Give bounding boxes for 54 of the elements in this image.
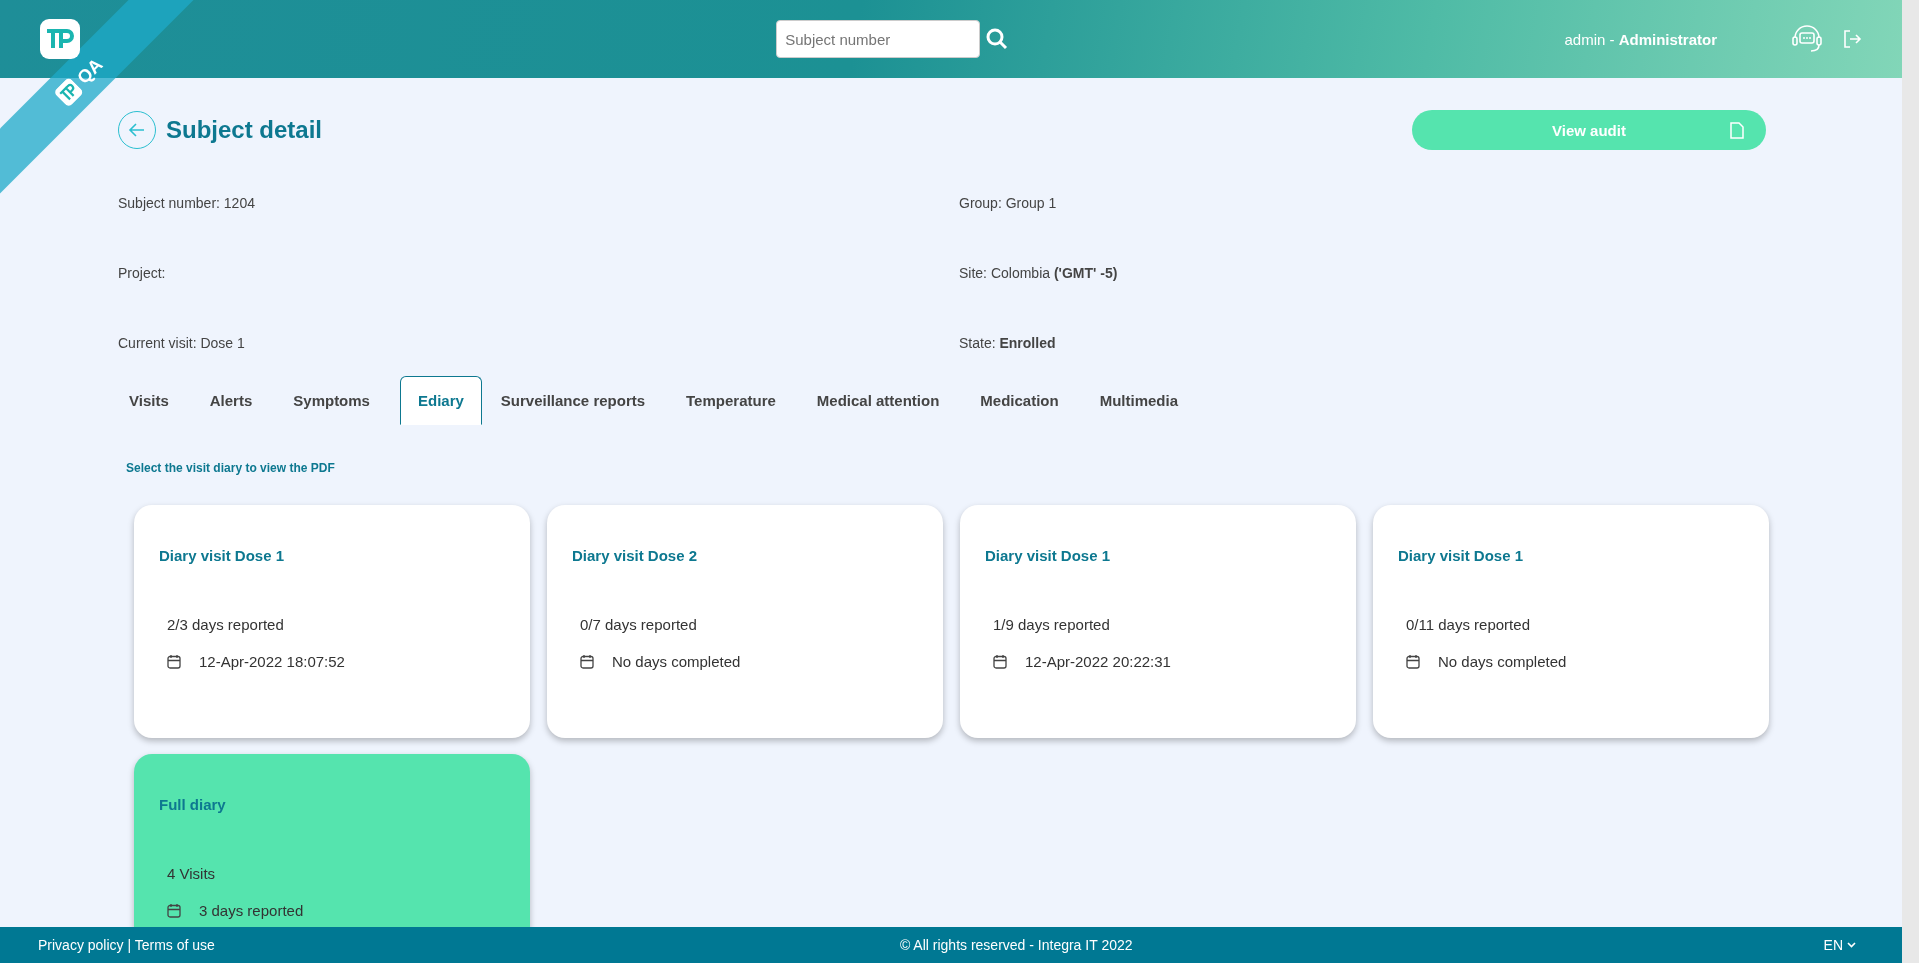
info-text: Group: Group 1 — [959, 194, 1058, 213]
ribbon-label: QA — [72, 54, 107, 89]
tab[interactable]: Medication — [969, 376, 1081, 425]
diary-card[interactable]: Diary visit Dose 2 0/7 days reported No days completed — [547, 505, 943, 738]
diary-card[interactable]: Diary visit Dose 1 2/3 days reported 12-Apr-2022 18:07:52 — [134, 505, 530, 738]
hint-text: Select the visit diary to view the PDF — [126, 461, 336, 475]
tab[interactable]: Ediary — [399, 376, 482, 425]
tab[interactable]: Medical attention — [805, 376, 962, 425]
info-text: Current visit: Dose 1 — [118, 334, 246, 353]
page-title: Subject detail — [166, 116, 323, 144]
tab[interactable]: Alerts — [198, 376, 275, 425]
calendar-icon — [167, 654, 181, 669]
info-text: Subject number: 1204 — [118, 194, 256, 213]
tab[interactable]: Visits — [118, 376, 191, 425]
card-text: 4 Visits — [167, 865, 217, 882]
card-text: 2/3 days reported — [167, 616, 285, 633]
search-icon[interactable] — [986, 28, 1009, 50]
card-text: 3 days reported — [199, 902, 304, 919]
card-text: 1/9 days reported — [993, 616, 1111, 633]
footer-links[interactable]: Privacy policy | Terms of use — [38, 937, 215, 953]
card-text: 0/11 days reported — [1406, 616, 1531, 633]
logout-icon[interactable] — [1842, 29, 1862, 49]
info-text: State: Enrolled — [959, 334, 1057, 353]
info-text: Project: — [118, 264, 167, 283]
card-text: 0/7 days reported — [580, 616, 698, 633]
caret-icon — [1847, 942, 1856, 948]
copyright-text: © All rights reserved - Integra IT 2022 — [899, 937, 1133, 953]
card-text: 12-Apr-2022 20:22:31 — [1025, 653, 1171, 670]
user-name: admin - Administrator — [1564, 30, 1717, 48]
calendar-icon — [993, 654, 1007, 669]
card-title: Full diary — [159, 796, 227, 813]
language-selector[interactable]: EN — [1817, 936, 1862, 954]
card-title: Diary visit Dose 2 — [572, 547, 699, 564]
card-title: Diary visit Dose 1 — [159, 547, 286, 564]
calendar-icon — [167, 903, 181, 918]
diary-card[interactable]: Full diary 4 Visits 3 days reported — [134, 754, 530, 927]
card-text: No days completed — [612, 653, 741, 670]
diary-card[interactable]: Diary visit Dose 1 0/11 days reported No days completed — [1373, 505, 1769, 738]
card-title: Diary visit Dose 1 — [985, 547, 1112, 564]
tab[interactable]: Multimedia — [1088, 376, 1201, 425]
search-field[interactable]: Subject number — [776, 20, 981, 58]
headset-icon[interactable] — [1790, 24, 1824, 54]
calendar-icon — [1406, 654, 1420, 669]
card-text: No days completed — [1438, 653, 1567, 670]
calendar-icon — [580, 654, 594, 669]
logo-icon[interactable] — [40, 19, 80, 59]
tab[interactable]: Symptoms — [282, 376, 392, 425]
document-icon — [1730, 122, 1744, 139]
tab[interactable]: Surveillance reports — [489, 376, 668, 425]
tab[interactable]: Temperature — [675, 376, 798, 425]
card-title: Diary visit Dose 1 — [1398, 547, 1525, 564]
card-text: 12-Apr-2022 18:07:52 — [199, 653, 345, 670]
info-text: Site: Colombia ('GMT' -5) — [959, 264, 1119, 283]
diary-card[interactable]: Diary visit Dose 1 1/9 days reported 12-Apr-2022 20:22:31 — [960, 505, 1356, 738]
